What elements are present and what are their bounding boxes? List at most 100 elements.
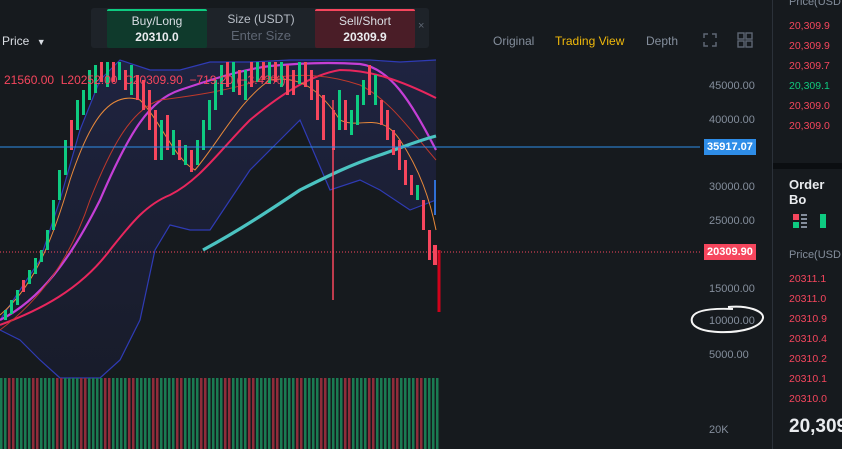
price-axis: 45000.00 40000.00 35917.07 30000.00 2500… bbox=[690, 0, 772, 449]
volume-bar bbox=[16, 378, 19, 449]
size-input[interactable]: Enter Size bbox=[211, 28, 311, 43]
axis-tick: 40000.00 bbox=[709, 114, 755, 126]
volume-bar bbox=[120, 378, 123, 449]
volume-bar bbox=[96, 378, 99, 449]
volume-bar bbox=[424, 378, 427, 449]
volume-bar bbox=[364, 378, 367, 449]
volume-bar bbox=[304, 378, 307, 449]
volume-bar bbox=[212, 378, 215, 449]
volume-bar bbox=[264, 378, 267, 449]
volume-bar bbox=[152, 378, 155, 449]
volume-bar bbox=[344, 378, 347, 449]
hand-drawn-circle-annotation bbox=[690, 305, 764, 334]
volume-bar bbox=[416, 378, 419, 449]
volume-bar bbox=[432, 378, 435, 449]
volume-bar bbox=[112, 378, 115, 449]
volume-bar bbox=[136, 378, 139, 449]
size-input-group[interactable]: Size (USDT) Enter Size bbox=[211, 10, 311, 46]
volume-bar bbox=[332, 378, 335, 449]
ask-price[interactable]: 20310.1 bbox=[789, 373, 827, 385]
volume-bar bbox=[4, 378, 7, 449]
volume-bar bbox=[232, 378, 235, 449]
volume-bar bbox=[392, 378, 395, 449]
volume-bar bbox=[256, 378, 259, 449]
volume-bar bbox=[244, 378, 247, 449]
volume-bar bbox=[44, 378, 47, 449]
volume-bar bbox=[172, 378, 175, 449]
trade-price: 20,309.7 bbox=[789, 60, 830, 72]
volume-axis-tick: 20K bbox=[709, 424, 729, 436]
volume-bar bbox=[160, 378, 163, 449]
volume-bar bbox=[72, 378, 75, 449]
volume-bar bbox=[184, 378, 187, 449]
ask-price[interactable]: 20310.2 bbox=[789, 353, 827, 365]
volume-bar bbox=[384, 378, 387, 449]
volume-bar bbox=[240, 378, 243, 449]
volume-bar bbox=[356, 378, 359, 449]
volume-bar bbox=[92, 378, 95, 449]
volume-bar bbox=[292, 378, 295, 449]
ask-price[interactable]: 20311.1 bbox=[789, 273, 826, 285]
order-book-title: Order Bo bbox=[789, 177, 825, 207]
volume-bar bbox=[420, 378, 423, 449]
ask-price[interactable]: 20310.0 bbox=[789, 393, 827, 405]
buy-long-button[interactable]: Buy/Long 20310.0 bbox=[107, 9, 207, 48]
volume-bar bbox=[408, 378, 411, 449]
grid-layout-icon[interactable] bbox=[737, 32, 753, 53]
last-price: 20,309 bbox=[789, 416, 842, 437]
trade-price: 20,309.1 bbox=[789, 80, 830, 92]
tab-depth[interactable]: Depth bbox=[646, 34, 678, 48]
volume-bar bbox=[276, 378, 279, 449]
volume-bar bbox=[268, 378, 271, 449]
volume-bar bbox=[220, 378, 223, 449]
price-dropdown[interactable]: Price ▼ bbox=[2, 34, 46, 48]
volume-bar bbox=[108, 378, 111, 449]
tab-trading-view[interactable]: Trading View bbox=[555, 34, 624, 48]
volume-bar bbox=[280, 378, 283, 449]
chart-area[interactable]: 21560.00 L20252.00 C20309.90 −719.20 (−3… bbox=[0, 0, 717, 449]
volume-bar bbox=[404, 378, 407, 449]
volume-bar bbox=[28, 378, 31, 449]
axis-tick: 5000.00 bbox=[709, 349, 749, 361]
volume-bar bbox=[76, 378, 79, 449]
order-book-both-icon[interactable] bbox=[793, 214, 807, 233]
volume-bar bbox=[148, 378, 151, 449]
ask-price[interactable]: 20311.0 bbox=[789, 293, 826, 305]
trades-price-header: Price(USD bbox=[789, 0, 841, 8]
trade-price: 20,309.0 bbox=[789, 120, 830, 132]
volume-bar bbox=[84, 378, 87, 449]
ask-price[interactable]: 20310.9 bbox=[789, 313, 827, 325]
volume-bar bbox=[64, 378, 67, 449]
volume-bar bbox=[412, 378, 415, 449]
caret-down-icon: ▼ bbox=[36, 37, 46, 47]
volume-bar bbox=[192, 378, 195, 449]
volume-bar bbox=[40, 378, 43, 449]
volume-bar bbox=[316, 378, 319, 449]
ask-price[interactable]: 20310.4 bbox=[789, 333, 827, 345]
volume-bar bbox=[56, 378, 59, 449]
price-chart[interactable] bbox=[0, 0, 700, 449]
price-marker-red: 20309.90 bbox=[704, 244, 756, 260]
order-book-bids-icon[interactable] bbox=[820, 214, 834, 233]
volume-bar bbox=[228, 378, 231, 449]
volume-bar bbox=[248, 378, 251, 449]
volume-bar bbox=[176, 378, 179, 449]
volume-bar bbox=[328, 378, 331, 449]
volume-bar bbox=[32, 378, 35, 449]
volume-bar bbox=[224, 378, 227, 449]
sell-short-button[interactable]: Sell/Short 20309.9 bbox=[315, 9, 415, 48]
volume-bar bbox=[0, 378, 3, 449]
volume-bar bbox=[188, 378, 191, 449]
volume-bar bbox=[428, 378, 431, 449]
volume-bar bbox=[48, 378, 51, 449]
volume-bar bbox=[300, 378, 303, 449]
volume-bar bbox=[8, 378, 11, 449]
volume-bar bbox=[88, 378, 91, 449]
section-separator bbox=[773, 163, 842, 169]
price-marker-blue: 35917.07 bbox=[704, 139, 756, 155]
volume-bar bbox=[124, 378, 127, 449]
volume-bar bbox=[80, 378, 83, 449]
close-icon[interactable]: × bbox=[418, 20, 424, 32]
tab-original[interactable]: Original bbox=[493, 34, 534, 48]
buy-price: 20310.0 bbox=[135, 30, 179, 44]
